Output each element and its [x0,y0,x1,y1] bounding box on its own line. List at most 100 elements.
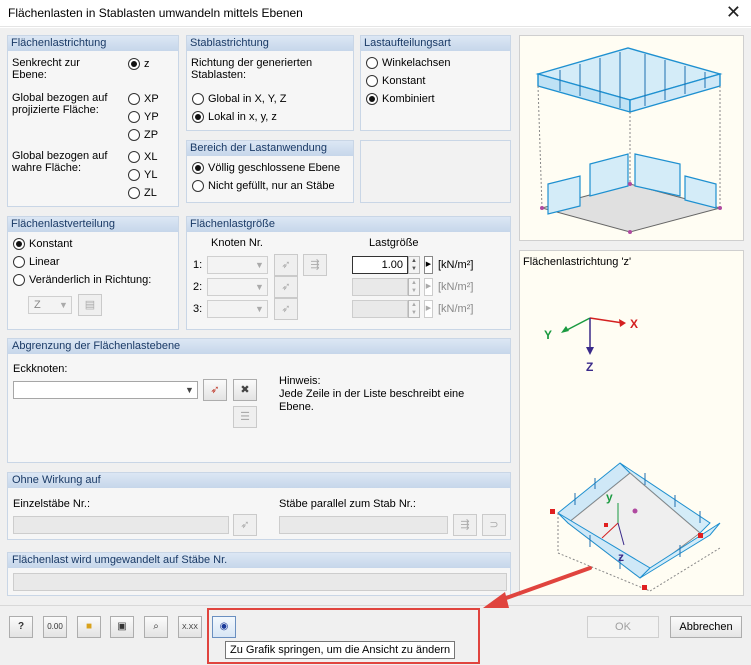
pointer-icon: ➶ [281,259,291,271]
play-icon: ▶ [425,261,432,268]
radio-linear-label: Linear [29,256,60,268]
group-header: Flächenlastverteilung [8,217,178,232]
tooltip: Zu Grafik springen, um die Ansicht zu än… [225,641,456,659]
spin-up-icon: ▲ [411,258,417,264]
value-3-spinner[interactable]: ▲ ▼ [408,300,420,318]
preview-button[interactable]: ⌕ [144,616,168,638]
pick-parallel-members-button[interactable]: ⇶ [453,514,477,536]
radio-kombiniert[interactable] [366,93,378,105]
value-2-unit-button[interactable]: ▶ [424,278,433,296]
list-nodes-button[interactable]: ☰ [233,406,257,428]
radio-local-xyz[interactable] [192,111,204,123]
hint-title: Hinweis: [279,375,321,387]
single-members-input[interactable] [13,516,229,534]
radio-yp-label: YP [144,111,159,123]
help-icon: ? [17,621,25,632]
pick-all-nodes-button[interactable]: ⇶ [303,254,327,276]
row-2-label: 2: [193,281,203,293]
spin-down-icon: ▼ [411,310,417,316]
global-true-label: Global bezogen auf wahre Fläche: [12,150,108,174]
play-icon: ▶ [425,283,432,290]
dialog-client: Flächenlastrichtung Senkrecht zur Ebene:… [0,28,751,665]
group-header: Ohne Wirkung auf [8,473,510,488]
radio-winkelachsen[interactable] [366,57,378,69]
help-button[interactable]: ? [9,616,33,638]
coordinate-axes-diagram: X Y Z y z [544,317,721,592]
units-button[interactable]: 0.00 [43,616,67,638]
radio-members-only[interactable] [192,180,204,192]
pointer-red-icon: ➶ [210,384,220,396]
node-header: Knoten Nr. [211,237,263,249]
pick-node-3-button[interactable]: ➶ [274,298,298,320]
pick-node-2-button[interactable]: ➶ [274,276,298,298]
close-icon[interactable]: ✕ [726,2,741,23]
chevron-down-icon: ▼ [255,282,264,292]
parallel-members-input[interactable] [279,516,448,534]
value-2-spinner[interactable]: ▲ ▼ [408,278,420,296]
radio-zp[interactable] [128,129,140,141]
radio-yl[interactable] [128,169,140,181]
value-3-input[interactable] [352,300,408,318]
preview-top [519,35,744,241]
value-1-unit-button[interactable]: ▶ [424,256,433,274]
radio-z[interactable] [128,58,140,70]
group-load-area: Bereich der Lastanwendung Völlig geschlo… [186,140,354,203]
play-icon: ▶ [425,305,432,312]
radio-xp[interactable] [128,93,140,105]
radio-z-label: z [144,58,150,70]
cancel-button[interactable]: Abbrechen [670,616,742,638]
parallel-link-button[interactable]: ⊃ [482,514,506,536]
value-1-spinner[interactable]: ▲ ▼ [408,256,420,274]
open-button[interactable]: ■ [77,616,101,638]
link-icon: ⊃ [489,519,499,531]
radio-global-xyz[interactable] [192,93,204,105]
value-3-unit-button[interactable]: ▶ [424,300,433,318]
value-2-input[interactable] [352,278,408,296]
node-2-select[interactable]: ▼ [207,278,268,296]
xxx-button[interactable]: X.XX [178,616,202,638]
node-3-select[interactable]: ▼ [207,300,268,318]
radio-zl[interactable] [128,187,140,199]
direction-select[interactable]: Z ▼ [28,296,72,314]
pick-direction-button[interactable]: ▤ [78,294,102,316]
radio-winkelachsen-label: Winkelachsen [382,57,451,69]
group-header: Flächenlast wird umgewandelt auf Stäbe N… [8,553,510,568]
group-converted: Flächenlast wird umgewandelt auf Stäbe N… [7,552,511,596]
converted-members-input[interactable] [13,573,507,591]
save-button[interactable]: ▣ [110,616,134,638]
group-header: Abgrenzung der Flächenlastebene [8,339,510,354]
group-area-load-direction: Flächenlastrichtung Senkrecht zur Ebene:… [7,35,179,207]
node-1-select[interactable]: ▼ [207,256,268,274]
value-1-input[interactable]: 1.00 [352,256,408,274]
radio-yp[interactable] [128,111,140,123]
delete-corner-nodes-button[interactable]: ✖ [233,379,257,401]
radio-variable[interactable] [13,274,25,286]
radio-local-xyz-label: Lokal in x, y, z [208,111,277,123]
radio-konstant-label: Konstant [29,238,73,250]
radio-closed-plane[interactable] [192,162,204,174]
radio-konstant-type[interactable] [366,75,378,87]
global-proj-label: Global bezogen auf projizierte Fläche: [12,92,108,116]
corner-nodes-select[interactable]: ▼ [13,381,198,399]
window-title: Flächenlasten in Stablasten umwandeln mi… [8,6,303,20]
radio-xl[interactable] [128,151,140,163]
perp-label: Senkrecht zur Ebene: [12,57,80,81]
pick-node-1-button[interactable]: ➶ [274,254,298,276]
chevron-down-icon: ▼ [185,385,194,395]
save-icon: ▣ [117,621,127,632]
ok-button[interactable]: OK [587,616,659,638]
pick-corner-nodes-button[interactable]: ➶ [203,379,227,401]
row-3-label: 3: [193,303,203,315]
radio-xp-label: XP [144,93,159,105]
xxx-icon: X.XX [182,624,198,631]
radio-linear[interactable] [13,256,25,268]
footer-separator [0,605,751,606]
chevron-down-icon: ▼ [59,300,68,310]
unit-3-label: [kN/m²] [438,303,474,315]
radio-closed-plane-label: Völlig geschlossene Ebene [208,162,341,174]
radio-konstant[interactable] [13,238,25,250]
unit-2-label: [kN/m²] [438,281,474,293]
units-icon: 0.00 [47,622,63,631]
list-icon: ☰ [240,411,250,423]
pick-single-members-button[interactable]: ➶ [233,514,257,536]
